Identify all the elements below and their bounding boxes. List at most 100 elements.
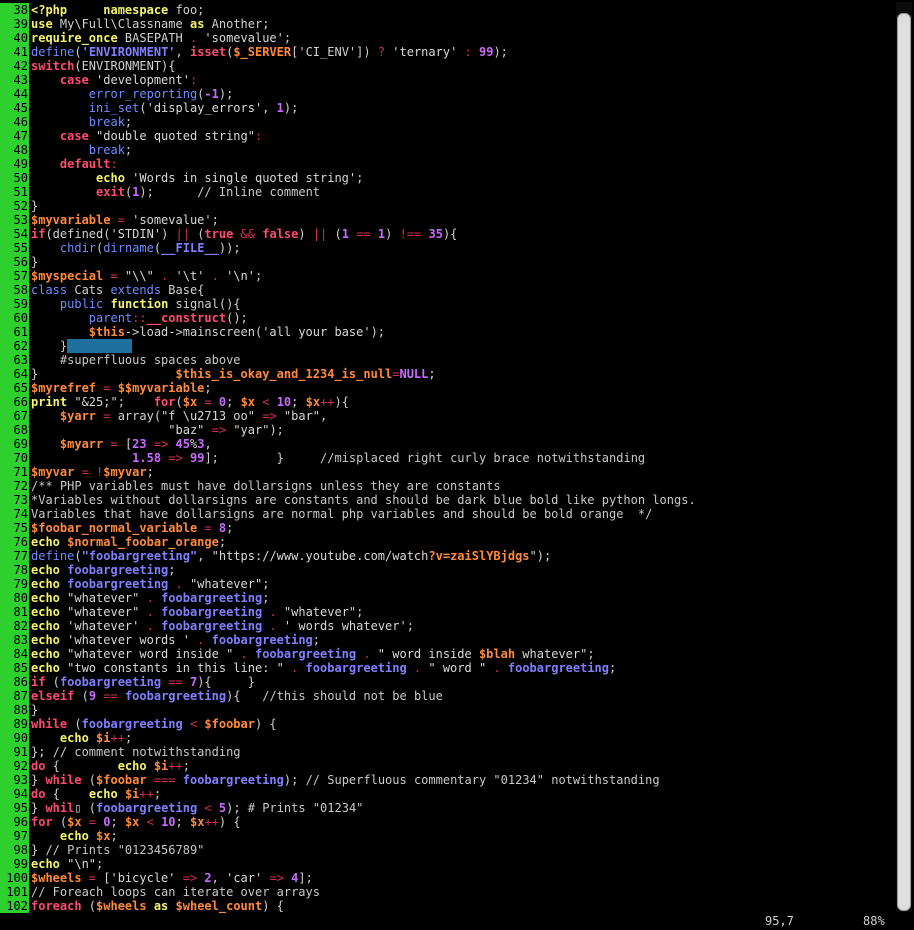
code-line[interactable]: 81 echo "whatever" . foobargreeting . "wh… [0, 605, 894, 619]
code-line[interactable]: 78 echo foobargreeting; [0, 563, 894, 577]
code-line[interactable]: 44 error_reporting(-1); [0, 87, 894, 101]
code-line[interactable]: 72/** PHP variables must have dollarsign… [0, 479, 894, 493]
token-keyword: case [59, 129, 89, 143]
line-number: 45 [0, 101, 29, 115]
code-line[interactable]: 97 echo $x; [0, 829, 894, 843]
code-line[interactable]: 49 default: [0, 157, 894, 171]
code-line[interactable]: 53 $myvariable = 'somevalue'; [0, 213, 894, 227]
line-number: 68 [0, 423, 29, 437]
token-statement: require_once [31, 31, 118, 45]
code-line[interactable]: 47 case "double quoted string": [0, 129, 894, 143]
code-line[interactable]: 70 1.58 => 99]; } //misplaced right curl… [0, 451, 894, 465]
token-plain: ) { [254, 717, 277, 731]
code-line[interactable]: 68 "baz" => "yar"); [0, 423, 894, 437]
code-line[interactable]: 100 $wheels = ['bicycle' => 2, 'car' => 4… [0, 871, 894, 885]
code-line[interactable]: 46 break; [0, 115, 894, 129]
token-constant: __FILE__ [161, 241, 219, 255]
token-plain: ) [298, 227, 313, 241]
scrollbar-track[interactable] [896, 2, 912, 912]
code-line[interactable]: 71 $myvar = !$myvar; [0, 465, 894, 479]
code-line[interactable]: 63 #superfluous spaces above [0, 353, 894, 367]
code-line[interactable]: 88} [0, 703, 894, 717]
token-plain: ){ [334, 395, 349, 409]
code-text: break; [31, 143, 132, 157]
code-line[interactable]: 99 echo "\n"; [0, 857, 894, 871]
code-line[interactable]: 57 $myspecial = "\\" . '\t' . '\n'; [0, 269, 894, 283]
token-operator: = [81, 815, 97, 829]
code-line[interactable]: 66 print "&25;"; for($x = 0; $x < 10; $x+… [0, 395, 894, 409]
token-number: 9 [88, 689, 97, 703]
code-line[interactable]: 39 use My\Full\Classname as Another; [0, 17, 894, 31]
code-line[interactable]: 83 echo 'whatever words ' . foobargreetin… [0, 633, 894, 647]
token-plain: ); [226, 801, 248, 815]
code-line[interactable]: 86 if (foobargreeting == 7){ } [0, 675, 894, 689]
code-line[interactable]: 61 $this->load->mainscreen('all your bas… [0, 325, 894, 339]
code-line[interactable]: 56} [0, 255, 894, 269]
line-number: 78 [0, 563, 29, 577]
code-text: echo $i++; [31, 731, 132, 745]
code-line[interactable]: 41 define('ENVIRONMENT', isset($_SERVER['… [0, 45, 894, 59]
code-line[interactable]: 59 public function signal(){ [0, 297, 894, 311]
code-line[interactable]: 62 } [0, 339, 894, 353]
code-line[interactable]: 84 echo "whatever word inside " . foobarg… [0, 647, 894, 661]
code-line[interactable]: 73 *Variables without dollarsigns are con… [0, 493, 894, 507]
token-operator: . [406, 661, 422, 675]
code-line[interactable]: 60 parent::__construct(); [0, 311, 894, 325]
code-line[interactable]: 50 echo 'Words in single quoted string'; [0, 171, 894, 185]
code-line[interactable]: 89 while (foobargreeting < $foobar) { [0, 717, 894, 731]
code-line[interactable]: 75 $foobar_normal_variable = 8; [0, 521, 894, 535]
code-line[interactable]: 82 echo 'whatever' . foobargreeting . ' w… [0, 619, 894, 633]
token-plain: signal(){ [168, 297, 241, 311]
code-line[interactable]: 67 $yarr = array("f \u2713 oo" => "bar", [0, 409, 894, 423]
code-line[interactable]: 77 define("foobargreeting", "https://www.… [0, 549, 894, 563]
token-plain: { [45, 787, 89, 801]
code-line[interactable]: 45 ini_set('display_errors', 1); [0, 101, 894, 115]
code-line[interactable]: 76 echo $normal_foobar_orange; [0, 535, 894, 549]
token-plain: ; [291, 395, 306, 409]
token-plain: , [211, 871, 227, 885]
token-keyword: do [31, 787, 46, 801]
code-line[interactable]: 90 echo $i++; [0, 731, 894, 745]
code-line[interactable]: 79 echo foobargreeting . "whatever"; [0, 577, 894, 591]
code-line[interactable]: 52} [0, 199, 894, 213]
token-plain: ) { [218, 815, 241, 829]
code-line[interactable]: 95} whil▯ (foobargreeting < 5); # Prints… [0, 801, 894, 815]
code-line[interactable]: 85 echo "two constants in this line: " . … [0, 661, 894, 675]
code-line[interactable]: 94 do { echo $i++; [0, 787, 894, 801]
code-line[interactable]: 38 <?php namespace foo; [0, 3, 894, 17]
code-line[interactable]: 40 require_once BASEPATH . 'somevalue'; [0, 31, 894, 45]
code-line[interactable]: 80 echo "whatever" . foobargreeting; [0, 591, 894, 605]
token-variable: $x [182, 395, 198, 409]
code-line[interactable]: 98} // Prints "0123456789" [0, 843, 894, 857]
code-line[interactable]: 51 exit(1); // Inline comment [0, 185, 894, 199]
code-line[interactable]: 96 for ($x = 0; $x < 10; $x++) { [0, 815, 894, 829]
code-line[interactable]: 48 break; [0, 143, 894, 157]
code-line[interactable]: 54 if(defined('STDIN') || (true && false)… [0, 227, 894, 241]
scrollbar-thumb[interactable] [897, 13, 911, 911]
code-line[interactable]: 69 $myarr = [23 => 45%3, [0, 437, 894, 451]
code-editor[interactable]: 38 <?php namespace foo; 39 use My\Full\Clas… [0, 0, 894, 914]
code-line[interactable]: 87 elseif (9 == foobargreeting){ //this s… [0, 689, 894, 703]
code-line[interactable]: 42 switch(ENVIRONMENT){ [0, 59, 894, 73]
token-function: break [88, 143, 125, 157]
token-operator: < [255, 395, 270, 409]
code-line[interactable]: 101// Foreach loops can iterate over arr… [0, 885, 894, 899]
code-line[interactable]: 65 $myrefref = $$myvariable; [0, 381, 894, 395]
token-operator: . [486, 661, 501, 675]
token-plain: } [31, 199, 39, 213]
code-line[interactable]: 43 case 'development': [0, 73, 894, 87]
token-plain: ); [139, 185, 198, 199]
token-plain: ){ [226, 689, 263, 703]
code-line[interactable]: 102 foreach ($wheels as $wheel_count) { [0, 899, 894, 913]
code-line[interactable]: 58 class Cats extends Base{ [0, 283, 894, 297]
code-line[interactable]: 55 chdir(dirname(__FILE__)); [0, 241, 894, 255]
code-line[interactable]: 93} while ($foobar === foobargreeting); … [0, 773, 894, 787]
code-line[interactable]: 91}; // comment notwithstanding [0, 745, 894, 759]
code-text: // Foreach loops can iterate over arrays [31, 885, 320, 899]
vertical-scrollbar[interactable] [894, 0, 914, 914]
code-line[interactable]: 74 Variables that have dollarsigns are no… [0, 507, 894, 521]
code-line[interactable]: 64} $this_is_okay_and_1234_is_null=NULL; [0, 367, 894, 381]
token-keyword: while [31, 717, 68, 731]
token-constant: foobargreeting [117, 689, 227, 703]
code-line[interactable]: 92 do { echo $i++; [0, 759, 894, 773]
